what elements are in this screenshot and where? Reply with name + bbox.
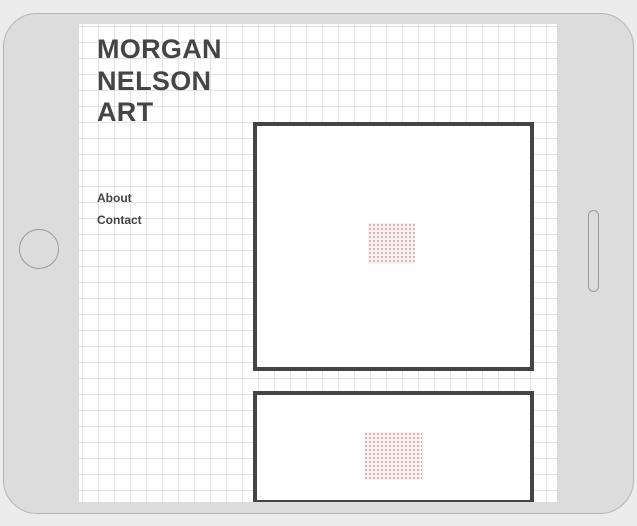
site-title: MORGAN NELSON ART [97,34,222,129]
artwork-image-placeholder [364,432,422,480]
site-title-line: MORGAN [97,34,222,64]
site-title-line: ART [97,97,154,127]
device-screen: MORGAN NELSON ART About Contact [79,24,557,502]
artwork-frame[interactable] [253,122,534,371]
site-title-line: NELSON [97,65,212,96]
home-button[interactable] [19,229,59,269]
main-nav: About Contact [97,187,142,231]
nav-link-about[interactable]: About [97,187,142,209]
nav-link-contact[interactable]: Contact [97,209,142,231]
artwork-frame[interactable] [253,391,534,502]
artwork-image-placeholder [368,223,415,264]
side-slot [588,210,599,292]
